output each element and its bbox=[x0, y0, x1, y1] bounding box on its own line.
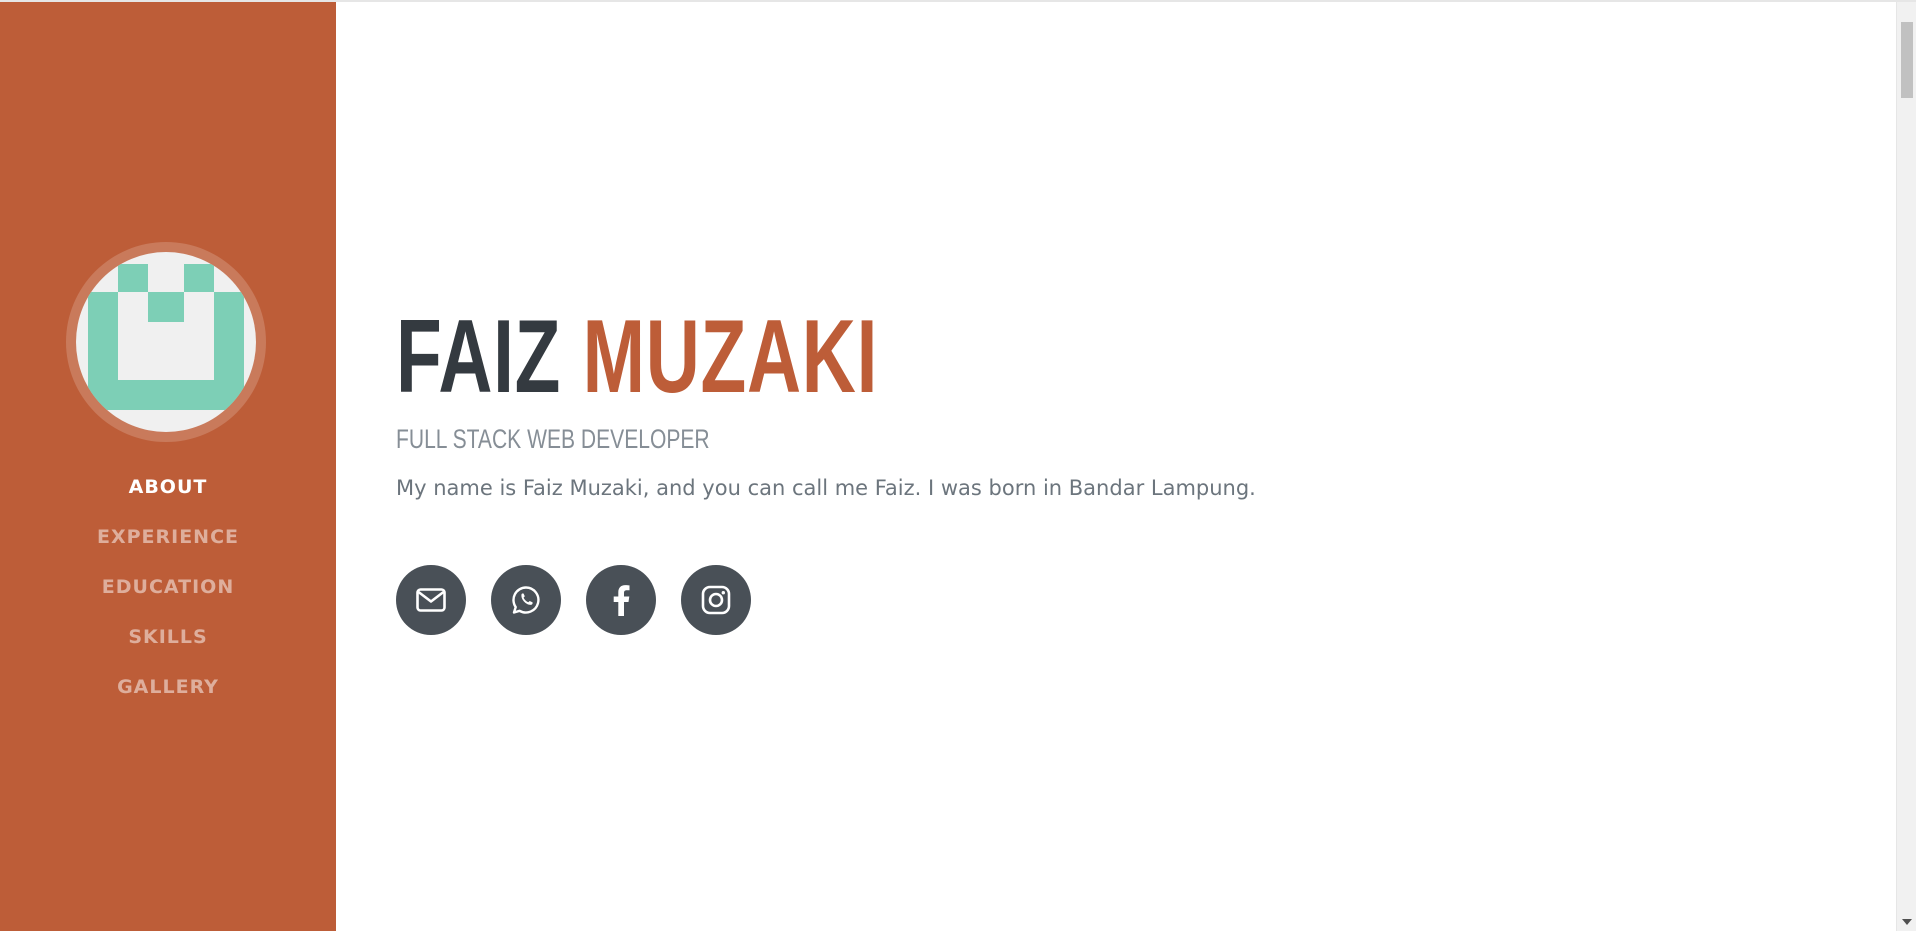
whatsapp-button[interactable] bbox=[491, 565, 561, 635]
social-icons bbox=[396, 565, 751, 635]
facebook-icon bbox=[613, 585, 630, 616]
instagram-icon bbox=[701, 585, 731, 615]
about-section: FAIZ MUZAKI FULL STACK WEB DEVELOPER My … bbox=[336, 2, 1896, 931]
sidebar-item-experience: EXPERIENCE bbox=[0, 512, 336, 562]
email-button[interactable] bbox=[396, 565, 466, 635]
nav-link-skills[interactable]: SKILLS bbox=[128, 626, 207, 648]
job-title: FULL STACK WEB DEVELOPER bbox=[396, 424, 710, 454]
nav-link-experience[interactable]: EXPERIENCE bbox=[97, 526, 239, 548]
sidebar-nav: ABOUT EXPERIENCE EDUCATION SKILLS GALLER… bbox=[0, 462, 336, 712]
logo-icon bbox=[88, 264, 244, 410]
avatar-ring bbox=[66, 242, 266, 442]
scrollbar-thumb[interactable] bbox=[1901, 22, 1913, 98]
sidebar-item-gallery: GALLERY bbox=[0, 662, 336, 712]
vertical-scrollbar[interactable] bbox=[1896, 2, 1916, 931]
nav-link-gallery[interactable]: GALLERY bbox=[117, 676, 219, 698]
last-name: MUZAKI bbox=[582, 299, 879, 415]
facebook-button[interactable] bbox=[586, 565, 656, 635]
avatar[interactable] bbox=[76, 252, 256, 432]
first-name: FAIZ bbox=[396, 299, 562, 415]
bio-text: My name is Faiz Muzaki, and you can call… bbox=[396, 476, 1256, 500]
scroll-down-arrow-icon[interactable] bbox=[1902, 919, 1912, 925]
sidebar-item-education: EDUCATION bbox=[0, 562, 336, 612]
instagram-button[interactable] bbox=[681, 565, 751, 635]
whatsapp-icon bbox=[512, 586, 540, 614]
sidebar-item-skills: SKILLS bbox=[0, 612, 336, 662]
sidebar-item-about: ABOUT bbox=[0, 462, 336, 512]
sidebar: ABOUT EXPERIENCE EDUCATION SKILLS GALLER… bbox=[0, 2, 336, 931]
envelope-icon bbox=[416, 588, 446, 612]
nav-link-about[interactable]: ABOUT bbox=[129, 476, 208, 498]
page-title: FAIZ MUZAKI bbox=[396, 302, 878, 412]
nav-link-education[interactable]: EDUCATION bbox=[102, 576, 234, 598]
